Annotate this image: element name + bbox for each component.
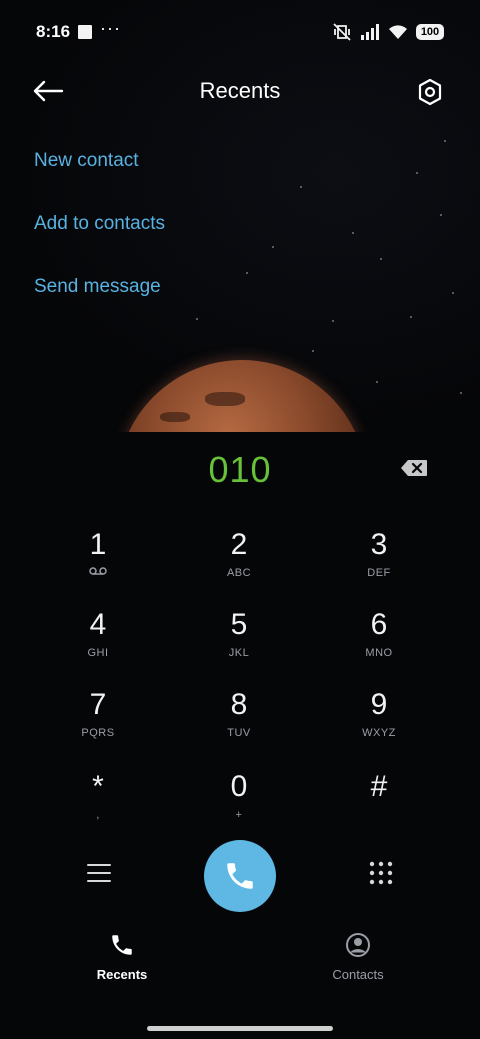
star xyxy=(300,186,302,188)
home-indicator[interactable] xyxy=(147,1026,333,1031)
nav-tab-contacts[interactable]: Contacts xyxy=(298,932,418,982)
key-letters: GHI xyxy=(87,647,109,659)
battery-level: 100 xyxy=(420,26,440,38)
star xyxy=(444,140,446,142)
key-digit: 5 xyxy=(230,608,248,641)
keypad-toggle-button[interactable] xyxy=(368,860,394,886)
star xyxy=(376,381,378,383)
more-notifications-indicator: ··· xyxy=(100,18,121,38)
star xyxy=(440,214,442,216)
key-6[interactable]: 6 MNO xyxy=(319,608,439,678)
star xyxy=(272,246,274,248)
star xyxy=(460,392,462,394)
key-letters: WXYZ xyxy=(362,727,396,739)
key-1[interactable]: 1 xyxy=(38,528,158,598)
battery-icon: 100 xyxy=(416,24,444,40)
key-letters: , xyxy=(96,809,100,821)
menu-icon xyxy=(87,864,111,882)
menu-button[interactable] xyxy=(86,860,112,886)
key-letters: + xyxy=(235,809,243,821)
key-letters: PQRS xyxy=(81,727,115,739)
key-letters: JKL xyxy=(228,647,250,659)
key-digit: * xyxy=(92,770,104,803)
status-icons: 100 xyxy=(332,22,444,42)
star xyxy=(246,272,248,274)
star xyxy=(196,318,198,320)
key-digit: 3 xyxy=(370,528,388,561)
star xyxy=(452,292,454,294)
key-digit: 1 xyxy=(89,528,107,561)
key-5[interactable]: 5 JKL xyxy=(179,608,299,678)
key-letters: ABC xyxy=(226,567,252,579)
nav-tab-recents[interactable]: Recents xyxy=(62,932,182,982)
key-digit: 9 xyxy=(370,688,388,721)
backspace-button[interactable] xyxy=(400,459,428,477)
key-8[interactable]: 8 TUV xyxy=(179,688,299,758)
key-letters: TUV xyxy=(227,727,251,739)
key-letters: DEF xyxy=(367,567,391,579)
key-2[interactable]: 2 ABC xyxy=(179,528,299,598)
new-contact-link[interactable]: New contact xyxy=(34,150,139,172)
backspace-icon xyxy=(401,460,427,476)
key-hash[interactable]: # xyxy=(319,770,439,840)
star xyxy=(416,172,418,174)
star xyxy=(332,320,334,322)
key-digit: 8 xyxy=(230,688,248,721)
key-star[interactable]: * , xyxy=(38,770,158,840)
key-3[interactable]: 3 DEF xyxy=(319,528,439,598)
nav-label: Recents xyxy=(96,967,148,982)
key-letters: MNO xyxy=(365,647,393,659)
mute-vibrate-icon xyxy=(333,23,351,41)
star xyxy=(380,258,382,260)
star xyxy=(312,350,314,352)
send-message-link[interactable]: Send message xyxy=(34,276,161,298)
key-9[interactable]: 9 WXYZ xyxy=(319,688,439,758)
planet-crater xyxy=(160,412,190,422)
key-digit: 7 xyxy=(89,688,107,721)
planet-crater xyxy=(205,392,245,406)
dialpad-icon xyxy=(369,861,393,885)
status-time: 8:16 xyxy=(36,22,71,41)
key-digit: 4 xyxy=(89,608,107,641)
status-bar: 8:16 ··· 100 xyxy=(0,0,480,64)
key-4[interactable]: 4 GHI xyxy=(38,608,158,678)
key-0[interactable]: 0 + xyxy=(179,770,299,840)
settings-icon xyxy=(418,78,442,106)
add-to-contacts-link[interactable]: Add to contacts xyxy=(34,213,165,235)
call-button[interactable] xyxy=(204,840,276,912)
voicemail-icon xyxy=(38,566,158,580)
nav-label: Contacts xyxy=(332,967,384,982)
phone-icon xyxy=(112,935,132,955)
page-title: Recents xyxy=(199,78,281,103)
settings-button[interactable] xyxy=(412,74,448,110)
phone-icon xyxy=(227,863,253,889)
key-digit: 0 xyxy=(230,770,248,803)
key-digit: # xyxy=(370,770,388,803)
dialer-screen: 8:16 ··· 100 Recents New contact Add to … xyxy=(0,0,480,1039)
star xyxy=(352,232,354,234)
notification-square-icon xyxy=(78,25,92,39)
contact-person-icon xyxy=(346,933,370,957)
key-digit: 2 xyxy=(230,528,248,561)
key-digit: 6 xyxy=(370,608,388,641)
key-7[interactable]: 7 PQRS xyxy=(38,688,158,758)
signal-icon xyxy=(361,24,379,40)
wifi-icon xyxy=(389,25,407,39)
star xyxy=(410,316,412,318)
